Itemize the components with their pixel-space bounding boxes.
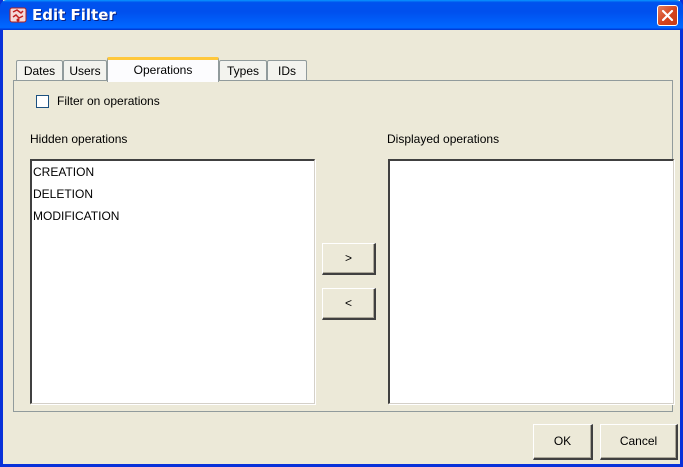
hidden-operations-label: Hidden operations [30,132,128,146]
ok-button[interactable]: OK [533,424,593,460]
tab-users[interactable]: Users [63,60,107,81]
move-right-button[interactable]: > [322,243,376,275]
tab-dates[interactable]: Dates [16,60,63,81]
close-icon [661,9,674,22]
hidden-operations-list[interactable]: CREATION DELETION MODIFICATION [30,159,315,404]
list-item[interactable]: MODIFICATION [32,205,314,227]
list-item[interactable]: CREATION [32,161,314,183]
close-button[interactable] [657,5,678,26]
displayed-operations-label: Displayed operations [387,132,500,146]
edit-filter-dialog: Edit Filter Dates Users Operations Types… [0,0,683,467]
cancel-button[interactable]: Cancel [600,424,678,460]
move-left-button[interactable]: < [322,288,376,320]
tab-ids[interactable]: IDs [267,60,307,81]
filter-operations-checkbox[interactable] [36,95,49,108]
tab-operations[interactable]: Operations [107,57,219,82]
displayed-operations-list[interactable] [388,159,674,404]
window-title: Edit Filter [32,6,116,24]
filter-operations-label: Filter on operations [57,94,160,108]
app-icon [9,6,27,24]
tab-types[interactable]: Types [219,60,267,81]
title-bar[interactable]: Edit Filter [0,0,683,30]
list-item[interactable]: DELETION [32,183,314,205]
